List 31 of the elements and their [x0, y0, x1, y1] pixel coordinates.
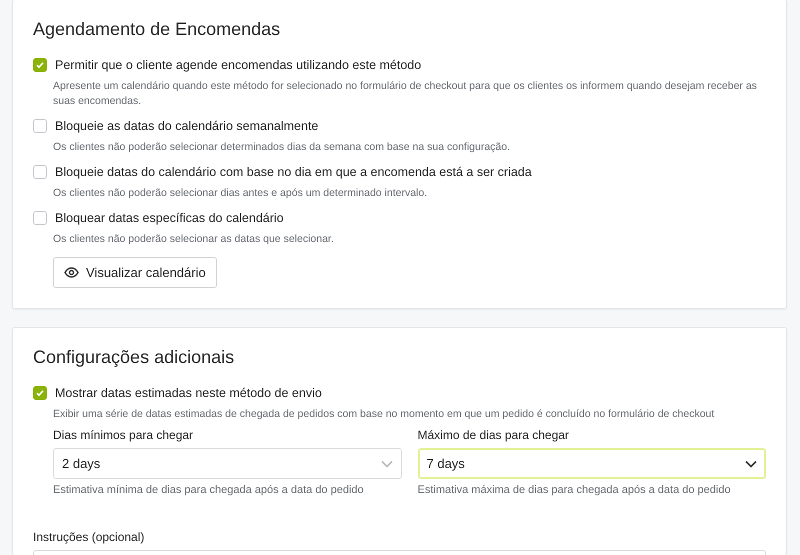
field-hint: Estimativa máxima de dias para chegada após a data do pedido [418, 484, 732, 496]
option-description: Os clientes não poderão selecionar dias antes e após um determinado intervalo. [53, 186, 428, 201]
checkbox-label: Bloquear datas específicas do calendário [55, 211, 284, 225]
checkbox-label: Permitir que o cliente agende encomendas utilizando este método [55, 58, 422, 72]
field-label: Dias mínimos para chegar [53, 428, 194, 442]
checkbox[interactable] [33, 386, 47, 400]
select-field[interactable]: 7 days [418, 448, 766, 479]
checkbox-label: Bloqueie datas do calendário com base no dia em que a encomenda está a ser criada [55, 165, 532, 179]
option-description: Exibir uma série de datas estimadas de chegada de pedidos com base no momento em que um pedido é concluído no formulário de checkout [53, 407, 716, 422]
instructions-field[interactable] [33, 550, 766, 555]
checkbox[interactable] [33, 165, 47, 179]
chevron-down-icon [380, 460, 392, 468]
check-icon [35, 60, 45, 70]
chevron-down-icon [745, 460, 757, 468]
preview-calendar-button[interactable]: Visualizar calendário [53, 257, 217, 288]
field-hint: Estimativa mínima de dias para chegada após a data do pedido [53, 484, 365, 496]
check-icon [35, 388, 45, 398]
checkbox[interactable] [33, 119, 47, 133]
option-description: Apresente um calendário quando este método for selecionado no formulário de checkout para que os clientes os informem quando desejam receber as suas encomendas. [53, 79, 758, 109]
checkbox-label: Bloqueie as datas do calendário semanalmente [55, 119, 318, 133]
checkbox[interactable] [33, 58, 47, 72]
section-title: Configurações adicionais [33, 346, 236, 369]
option-description: Os clientes não poderão selecionar determinados dias da semana com base na sua configuração. [53, 140, 512, 155]
eye-icon [64, 267, 79, 278]
field-label: Instruções (opcional) [33, 530, 146, 544]
section-title: Agendamento de Encomendas [33, 18, 282, 41]
select-field[interactable]: 2 days [53, 448, 402, 479]
checkbox-label: Mostrar datas estimadas neste método de envio [55, 386, 322, 400]
checkbox[interactable] [33, 211, 47, 225]
option-description: Os clientes não poderão selecionar as datas que selecionar. [53, 232, 335, 247]
field-label: Máximo de dias para chegar [418, 428, 570, 442]
